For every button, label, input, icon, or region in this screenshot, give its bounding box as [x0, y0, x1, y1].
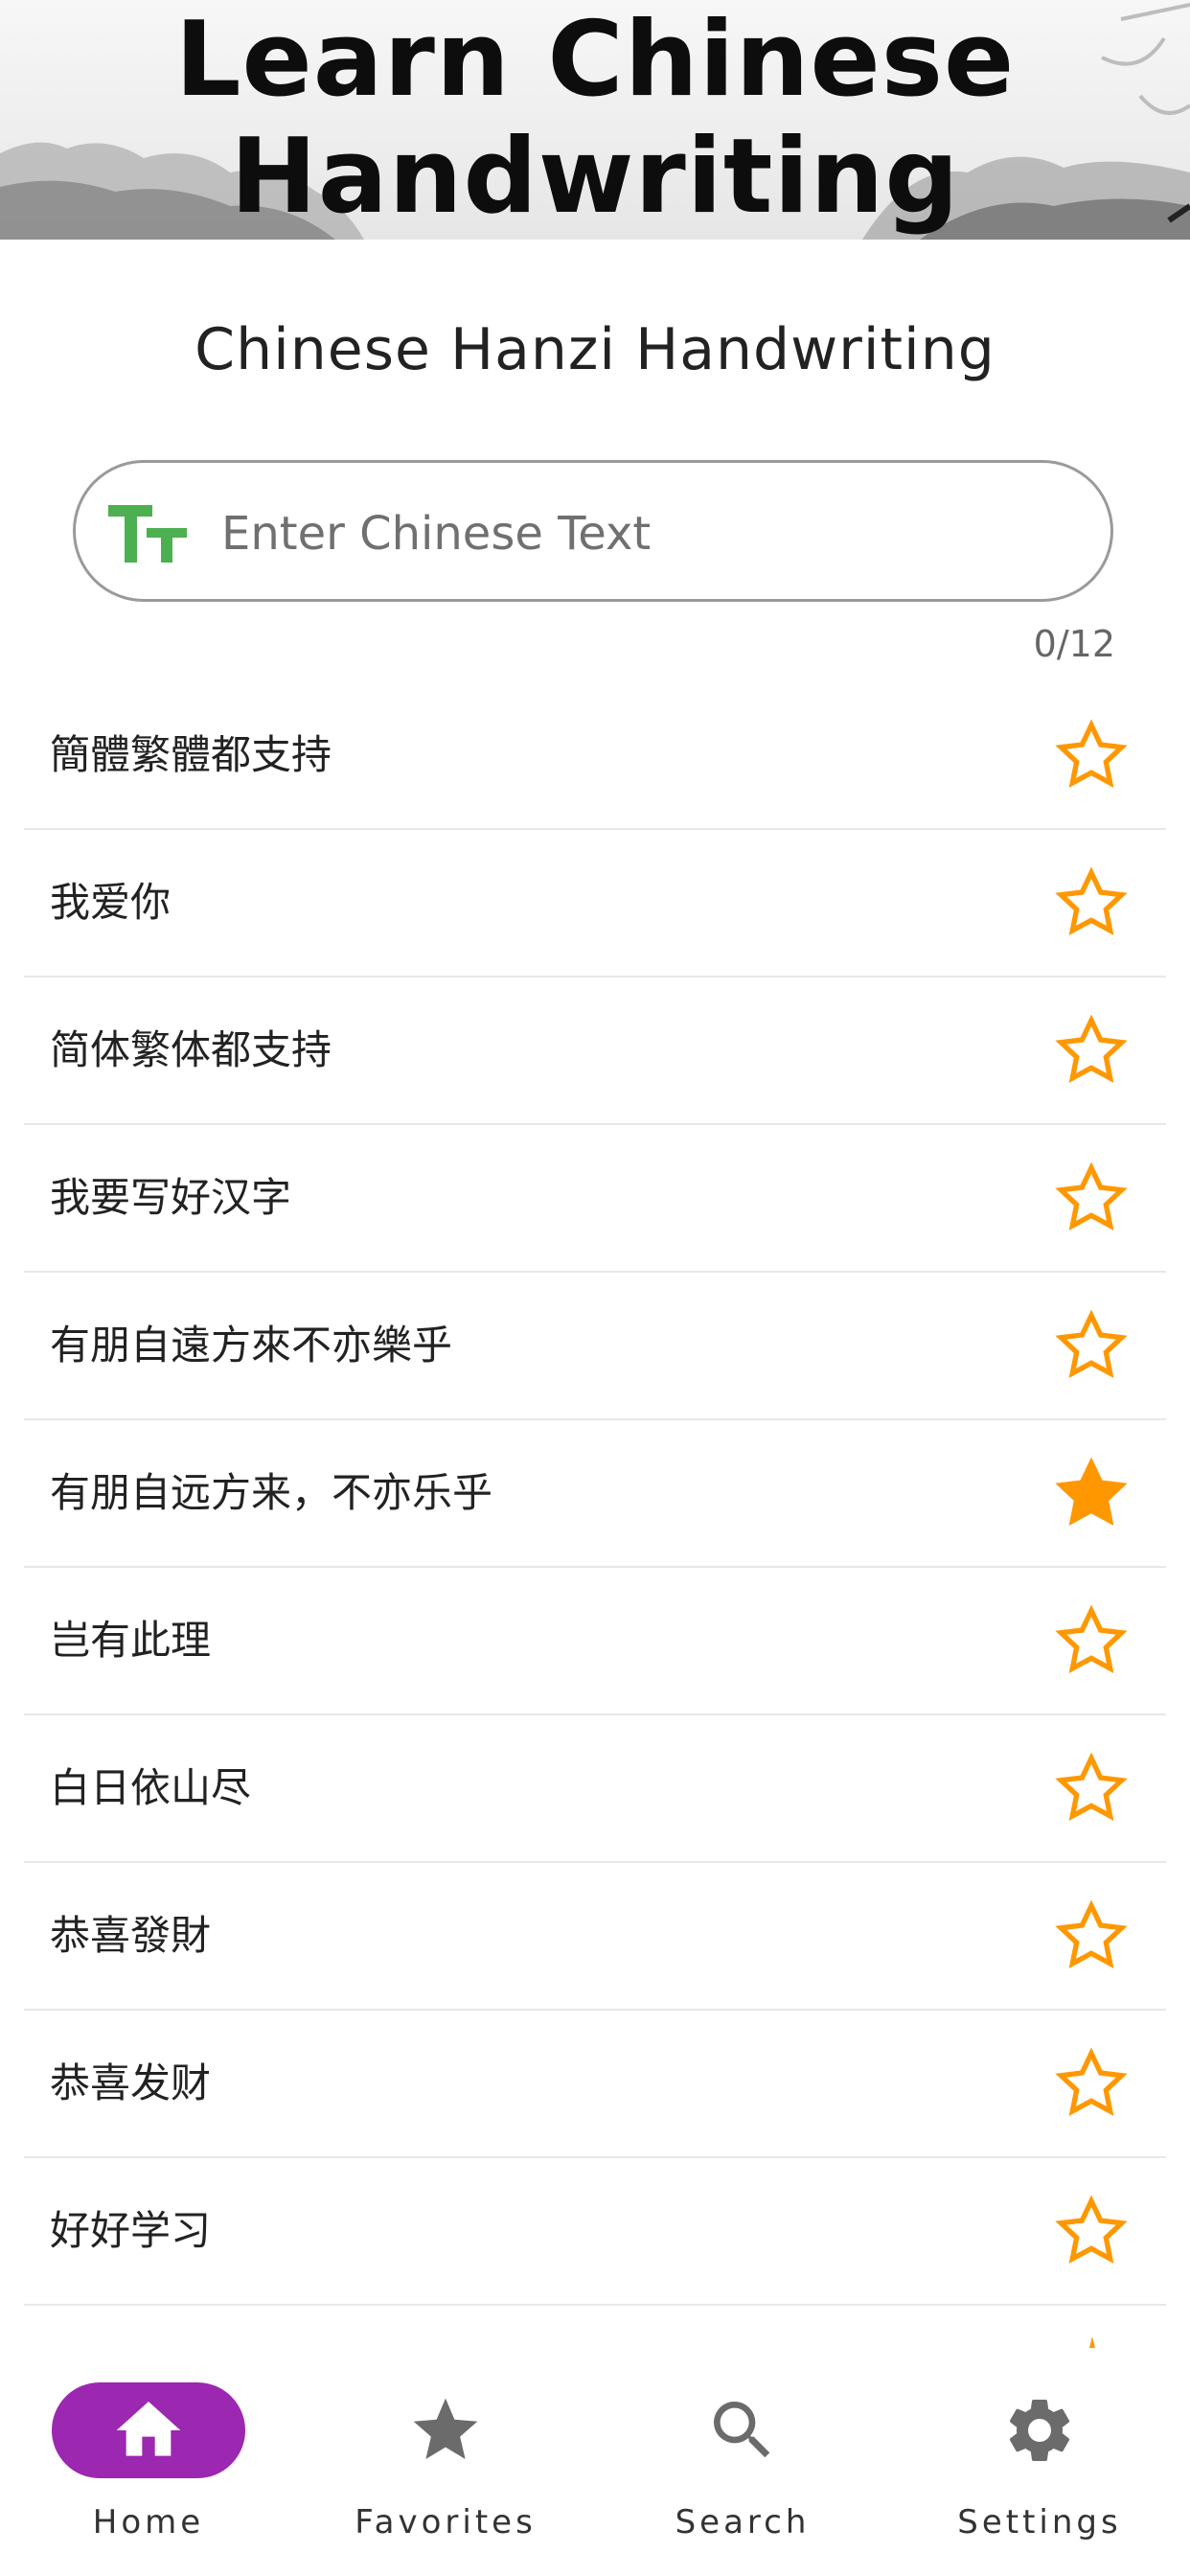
banner-title-line-1: Learn Chinese — [174, 0, 1016, 120]
list-item[interactable]: 岂有此理 — [24, 1568, 1166, 1715]
list-item-text: 恭喜发财 — [50, 2059, 212, 2106]
banner-title-line-2: Handwriting — [230, 117, 960, 237]
list-item-text: 我要写好汉字 — [50, 1174, 292, 1221]
favorite-star-outline-icon[interactable] — [1051, 864, 1132, 941]
favorite-star-outline-icon[interactable] — [1051, 2193, 1132, 2269]
gear-icon — [1009, 2400, 1070, 2461]
header-banner: Learn Chinese Handwriting — [0, 0, 1190, 240]
nav-settings[interactable]: Settings — [891, 2340, 1188, 2576]
nav-search[interactable]: Search — [594, 2340, 891, 2576]
list-item[interactable]: 我爱你 — [24, 830, 1166, 978]
list-item-text: 有朋自远方来，不亦乐乎 — [50, 1469, 493, 1516]
favorite-star-outline-icon[interactable] — [1051, 1898, 1132, 1974]
list-item[interactable]: 白日依山尽 — [24, 1715, 1166, 1863]
home-icon — [116, 2402, 181, 2456]
nav-search-label: Search — [675, 2503, 811, 2542]
favorite-star-outline-icon[interactable] — [1051, 1012, 1132, 1089]
list-item[interactable]: 我要写好汉字 — [24, 1125, 1166, 1273]
list-item-text: 有朋自遠方來不亦樂乎 — [50, 1322, 453, 1368]
nav-settings-label: Settings — [957, 2503, 1122, 2542]
list-item-text: 白日依山尽 — [50, 1764, 252, 1811]
search-icon — [714, 2402, 770, 2458]
character-counter: 0/12 — [1033, 623, 1115, 665]
page-subtitle: Chinese Hanzi Handwriting — [195, 316, 995, 383]
favorite-star-outline-icon[interactable] — [1051, 1307, 1132, 1384]
list-item-text: 簡體繁體都支持 — [50, 731, 332, 778]
partial-star-icon — [1089, 2336, 1095, 2348]
list-item[interactable]: 有朋自远方来，不亦乐乎 — [24, 1420, 1166, 1568]
nav-favorites-label: Favorites — [355, 2503, 537, 2542]
list-item-text: 恭喜發財 — [50, 1912, 212, 1959]
favorite-star-outline-icon[interactable] — [1051, 1750, 1132, 1827]
list-item[interactable]: 有朋自遠方來不亦樂乎 — [24, 1273, 1166, 1420]
list-item-text: 我爱你 — [50, 879, 172, 926]
favorite-star-outline-icon[interactable] — [1051, 717, 1132, 794]
list-item-text: 岂有此理 — [50, 1617, 212, 1664]
favorite-star-outline-icon[interactable] — [1051, 1160, 1132, 1236]
list-item[interactable]: 好好学习 — [24, 2158, 1166, 2306]
list-item[interactable]: 恭喜發財 — [24, 1863, 1166, 2011]
chinese-text-input[interactable] — [219, 490, 1066, 578]
list-item[interactable]: 簡體繁體都支持 — [24, 682, 1166, 830]
nav-home-label: Home — [92, 2503, 205, 2542]
list-item[interactable]: 恭喜发财 — [24, 2011, 1166, 2158]
favorite-star-filled-icon[interactable] — [1051, 1455, 1132, 1531]
favorite-star-outline-icon[interactable] — [1051, 2045, 1132, 2122]
banner-title: Learn Chinese Handwriting — [0, 2, 1190, 236]
star-icon — [413, 2398, 478, 2459]
favorite-star-outline-icon[interactable] — [1051, 1602, 1132, 1679]
nav-home[interactable]: Home — [0, 2340, 297, 2576]
text-size-icon — [108, 505, 187, 563]
bottom-navigation-bar: Home Favorites Search Settings — [0, 2340, 1190, 2576]
list-item-text: 好好学习 — [50, 2207, 212, 2254]
phrase-list: 簡體繁體都支持 我爱你简体繁体都支持 我要写好汉字有朋自遠方來不亦樂乎 有朋自远方来，… — [24, 682, 1166, 2306]
list-item[interactable]: 简体繁体都支持 — [24, 978, 1166, 1125]
chinese-text-input-container[interactable] — [73, 460, 1113, 602]
list-item-text: 简体繁体都支持 — [50, 1026, 332, 1073]
nav-favorites[interactable]: Favorites — [297, 2340, 594, 2576]
